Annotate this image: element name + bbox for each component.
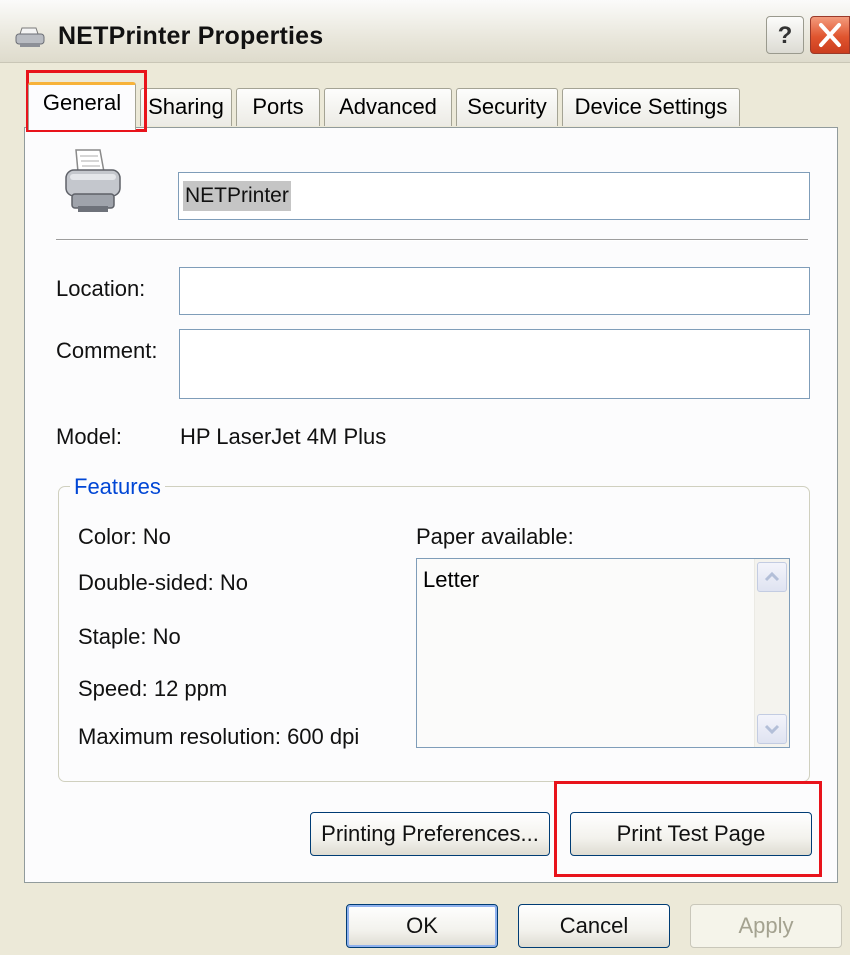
close-icon [819, 23, 841, 47]
apply-button[interactable]: Apply [690, 904, 842, 948]
tab-label: Ports [252, 94, 304, 119]
printing-preferences-button[interactable]: Printing Preferences... [310, 812, 550, 856]
scroll-down-button[interactable] [757, 714, 787, 744]
window-title: NETPrinter Properties [58, 22, 324, 50]
comment-input[interactable] [179, 329, 810, 399]
printer-icon [15, 27, 45, 47]
title-bar[interactable]: NETPrinter Properties ? [0, 0, 850, 63]
location-label: Location: [56, 276, 146, 301]
tab-sharing[interactable]: Sharing [140, 88, 232, 126]
printer-name-value: NETPrinter [183, 181, 291, 211]
tab-general[interactable]: General [28, 82, 136, 130]
printer-properties-dialog: NETPrinter Properties ? General Sharing … [0, 0, 850, 955]
chevron-up-icon [764, 571, 780, 582]
feature-color: Color: No [78, 524, 171, 549]
print-test-page-button[interactable]: Print Test Page [570, 812, 812, 856]
comment-label: Comment: [56, 338, 158, 363]
tab-label: General [42, 90, 122, 115]
scroll-up-button[interactable] [757, 562, 787, 592]
tab-security[interactable]: Security [456, 88, 558, 126]
help-button[interactable]: ? [766, 16, 804, 54]
tab-label: Security [467, 94, 547, 119]
model-label: Model: [56, 424, 123, 449]
tab-label: Advanced [339, 94, 437, 119]
printer-name-input[interactable]: NETPrinter [178, 172, 810, 220]
feature-staple: Staple: No [78, 624, 181, 649]
feature-max-resolution: Maximum resolution: 600 dpi [78, 724, 360, 749]
tab-device-settings[interactable]: Device Settings [562, 88, 740, 126]
cancel-button[interactable]: Cancel [518, 904, 670, 948]
ok-button[interactable]: OK [346, 904, 498, 948]
tab-label: Device Settings [574, 94, 728, 119]
features-legend: Features [70, 474, 165, 500]
location-input[interactable] [179, 267, 810, 315]
tab-label: Sharing [148, 94, 224, 119]
paper-available-list[interactable]: Letter [416, 558, 790, 748]
paper-available-label: Paper available: [416, 524, 574, 549]
feature-speed: Speed: 12 ppm [78, 676, 228, 701]
printer-icon [65, 149, 121, 212]
tab-ports[interactable]: Ports [236, 88, 320, 126]
chevron-down-icon [764, 724, 780, 735]
tab-advanced[interactable]: Advanced [324, 88, 452, 126]
model-value: HP LaserJet 4M Plus [180, 424, 387, 449]
separator [56, 239, 808, 241]
list-item[interactable]: Letter [423, 567, 479, 593]
close-button[interactable] [810, 16, 850, 54]
feature-double-sided: Double-sided: No [78, 570, 248, 595]
scrollbar[interactable] [754, 559, 789, 747]
